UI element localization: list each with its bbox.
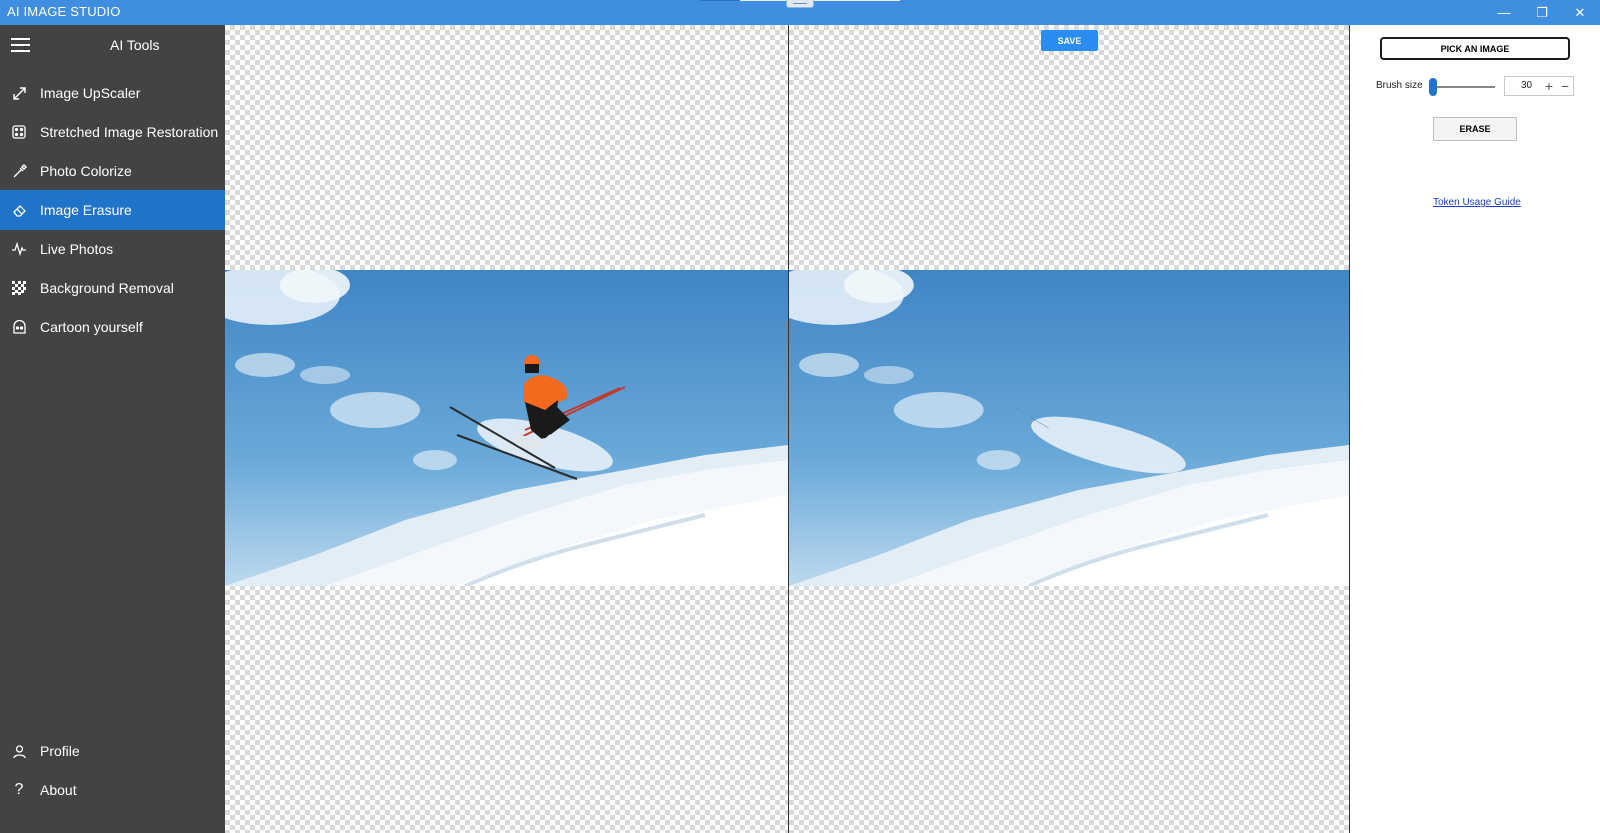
increment-icon[interactable]: + <box>1541 77 1557 95</box>
token-usage-guide-link[interactable]: Token Usage Guide <box>1433 197 1521 208</box>
eyedropper-icon <box>11 163 27 179</box>
sidebar-item-image-upscaler[interactable]: Image UpScaler <box>0 73 225 113</box>
drag-handle[interactable] <box>786 0 814 8</box>
sidebar: AI Tools Image UpScaler Stretched Image … <box>0 25 225 833</box>
brush-size-slider-thumb[interactable] <box>1429 78 1438 96</box>
restore-button[interactable]: ❐ <box>1523 0 1561 25</box>
title-bar: AI IMAGE STUDIO — ❐ ✕ <box>0 0 1600 25</box>
sidebar-item-label: Profile <box>40 743 80 759</box>
sidebar-item-about[interactable]: ? About <box>0 770 225 810</box>
result-photo <box>789 270 1349 586</box>
sidebar-item-image-erasure[interactable]: Image Erasure <box>0 190 225 230</box>
sidebar-item-background-removal[interactable]: Background Removal <box>0 268 225 308</box>
sidebar-item-label: Image UpScaler <box>40 85 141 101</box>
title-bar-strip <box>700 0 740 1</box>
sidebar-item-label: Image Erasure <box>40 202 132 218</box>
cartoon-face-icon <box>11 319 27 335</box>
brush-size-slider[interactable] <box>1430 86 1495 88</box>
title-bar-strip <box>740 0 900 1</box>
brush-size-label: Brush size <box>1376 80 1423 91</box>
brush-size-stepper[interactable]: 30 + − <box>1504 76 1574 96</box>
save-button[interactable]: SAVE <box>1041 30 1098 51</box>
sidebar-item-cartoon-yourself[interactable]: Cartoon yourself <box>0 307 225 347</box>
dice-icon <box>11 124 27 140</box>
expand-arrows-icon <box>11 85 27 101</box>
sidebar-item-label: Stretched Image Restoration <box>40 124 219 140</box>
close-button[interactable]: ✕ <box>1561 0 1599 25</box>
minimize-button[interactable]: — <box>1485 0 1523 25</box>
result-image-canvas[interactable] <box>788 25 1350 833</box>
sidebar-title: AI Tools <box>110 37 160 53</box>
sidebar-item-photo-colorize[interactable]: Photo Colorize <box>0 151 225 191</box>
person-icon <box>11 743 27 759</box>
brush-size-value: 30 <box>1521 80 1533 91</box>
app-title: AI IMAGE STUDIO <box>7 4 121 19</box>
sidebar-item-label: Cartoon yourself <box>40 319 143 335</box>
eraser-icon <box>11 202 27 218</box>
hamburger-menu-icon[interactable] <box>11 38 30 52</box>
original-image-canvas[interactable] <box>225 25 788 833</box>
sidebar-item-label: Photo Colorize <box>40 163 132 179</box>
question-icon: ? <box>14 781 24 798</box>
control-panel: PICK AN IMAGE Brush size 30 + − ERASE To… <box>1351 25 1600 833</box>
sidebar-item-label: About <box>40 782 77 798</box>
pulse-icon <box>11 241 27 257</box>
decrement-icon[interactable]: − <box>1557 77 1573 95</box>
sidebar-item-live-photos[interactable]: Live Photos <box>0 229 225 269</box>
sidebar-item-label: Live Photos <box>40 241 114 257</box>
sidebar-item-stretched-image-restoration[interactable]: Stretched Image Restoration <box>0 112 225 152</box>
sidebar-item-profile[interactable]: Profile <box>0 731 225 771</box>
sidebar-item-label: Background Removal <box>40 280 174 296</box>
pick-image-button[interactable]: PICK AN IMAGE <box>1380 37 1570 60</box>
checkerboard-icon <box>11 280 27 296</box>
original-photo <box>225 270 788 586</box>
erase-button[interactable]: ERASE <box>1433 117 1517 141</box>
